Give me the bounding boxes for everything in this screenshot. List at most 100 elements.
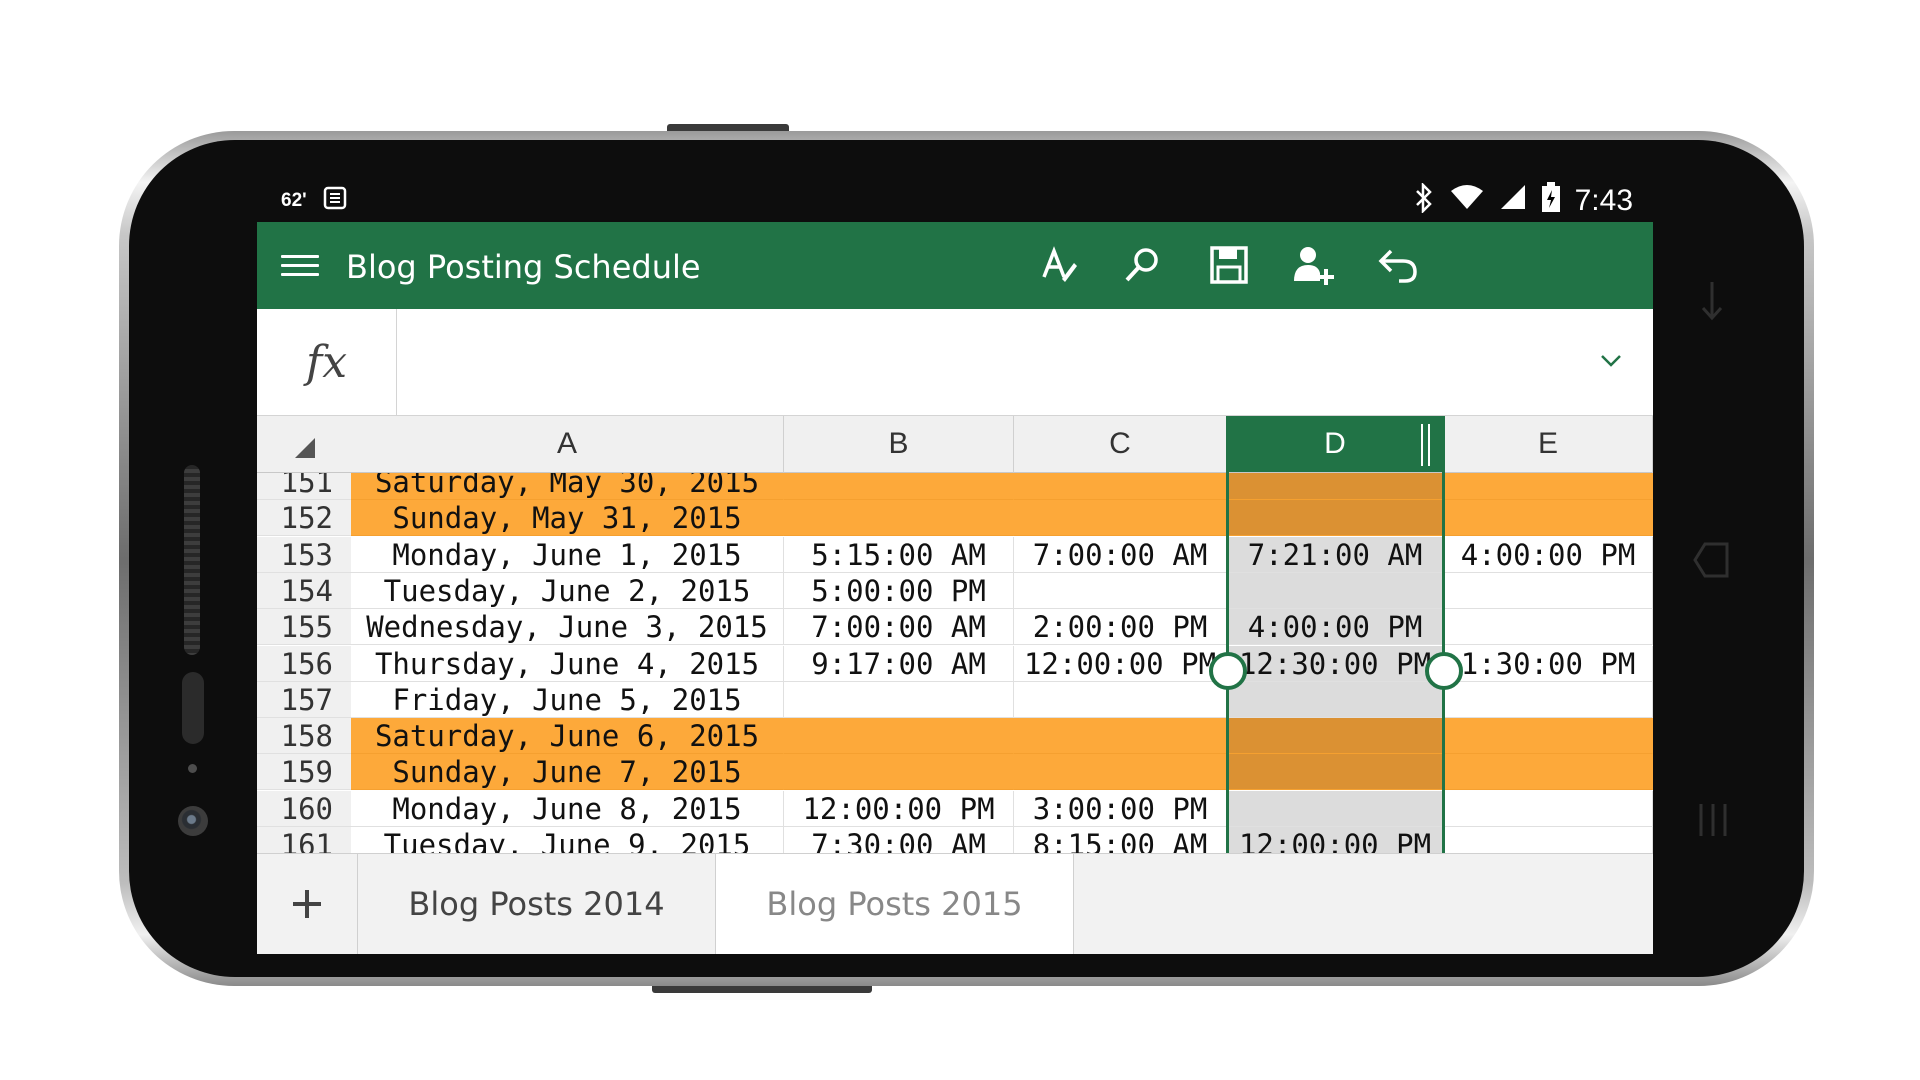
cell-b[interactable]: 7:00:00 AM [784,609,1014,646]
column-header-c[interactable]: C [1014,416,1227,473]
row-number[interactable]: 157 [257,681,351,718]
cell-d[interactable] [1227,500,1444,537]
cell-b[interactable]: 12:00:00 PM [784,790,1014,827]
cell-a[interactable]: Sunday, June 7, 2015 [351,754,784,791]
column-header-d[interactable]: D [1227,416,1444,473]
cell-c[interactable]: 7:00:00 AM [1014,536,1227,573]
row-number[interactable]: 158 [257,718,351,755]
menu-icon[interactable] [281,255,319,277]
cell-b[interactable]: 9:17:00 AM [784,645,1014,682]
undo-icon[interactable] [1375,242,1421,288]
search-icon[interactable] [1119,242,1165,288]
cell-d[interactable] [1227,754,1444,791]
cell-e[interactable]: 1:30:00 PM [1444,645,1653,682]
cell-d[interactable] [1227,718,1444,755]
cell-b[interactable]: 5:15:00 AM [784,536,1014,573]
sheet-tab-blog-posts-2015[interactable]: Blog Posts 2015 [716,854,1074,954]
cell-a[interactable]: Saturday, May 30, 2015 [351,473,784,500]
cell-c[interactable] [1014,473,1227,500]
column-header-b[interactable]: B [784,416,1014,473]
selection-handle-right[interactable] [1425,652,1463,690]
cell-e[interactable] [1444,827,1653,853]
cell-c[interactable] [1014,572,1227,609]
cell-c[interactable]: 8:15:00 AM [1014,827,1227,853]
cell-a[interactable]: Sunday, May 31, 2015 [351,500,784,537]
sheet-tab-blog-posts-2014[interactable]: Blog Posts 2014 [358,854,716,954]
row-number[interactable]: 161 [257,827,351,853]
cell-b[interactable] [784,681,1014,718]
cell-a[interactable]: Saturday, June 6, 2015 [351,718,784,755]
phone-proximity-sensor [188,764,197,773]
row-number[interactable]: 156 [257,645,351,682]
cell-b[interactable] [784,500,1014,537]
column-header-a[interactable]: A [351,416,784,473]
row-number[interactable]: 155 [257,609,351,646]
cell-b[interactable] [784,754,1014,791]
select-all-corner[interactable] [257,416,351,473]
chevron-down-icon[interactable] [1599,353,1623,369]
cell-b[interactable]: 7:30:00 AM [784,827,1014,853]
cell-e[interactable] [1444,754,1653,791]
cell-a[interactable]: Tuesday, June 2, 2015 [351,572,784,609]
cell-e[interactable] [1444,718,1653,755]
nav-menu-key-icon[interactable] [1697,800,1729,849]
cell-e[interactable]: 4:00:00 PM [1444,536,1653,573]
cell-d[interactable]: 12:00:00 PM [1227,827,1444,853]
cell-e[interactable] [1444,609,1653,646]
cell-a[interactable]: Friday, June 5, 2015 [351,681,784,718]
cell-a[interactable]: Wednesday, June 3, 2015 [351,609,784,646]
cell-e[interactable] [1444,500,1653,537]
cell-signal-icon [1499,183,1527,219]
formula-bar: fx [257,309,1653,417]
cell-c[interactable]: 12:00:00 PM [1014,645,1227,682]
cell-b[interactable] [784,718,1014,755]
row-number[interactable]: 160 [257,790,351,827]
cell-e[interactable] [1444,473,1653,500]
cell-d[interactable]: 12:30:00 PM [1227,645,1444,682]
cell-c[interactable] [1014,718,1227,755]
column-header-e[interactable]: E [1444,416,1653,473]
cell-c[interactable]: 3:00:00 PM [1014,790,1227,827]
add-sheet-button[interactable] [257,854,358,954]
row-number[interactable]: 152 [257,500,351,537]
save-icon[interactable] [1206,242,1252,288]
app-toolbar: Blog Posting Schedule [257,222,1653,309]
cell-d[interactable] [1227,790,1444,827]
selection-handle-left[interactable] [1209,652,1247,690]
formula-input[interactable] [397,309,1581,417]
cell-d[interactable] [1227,681,1444,718]
status-clock: 7:43 [1574,184,1633,217]
selection-border-right [1442,416,1445,853]
cell-e[interactable] [1444,790,1653,827]
cell-d[interactable] [1227,572,1444,609]
cell-e[interactable] [1444,681,1653,718]
share-add-person-icon[interactable] [1291,242,1337,288]
cell-a[interactable]: Monday, June 8, 2015 [351,790,784,827]
android-status-bar: 62' 7:43 [257,180,1653,222]
device-screen: 62' 7:43 Blog Posting Schedule fx A B C … [257,180,1653,954]
cell-c[interactable] [1014,500,1227,537]
cell-c[interactable] [1014,754,1227,791]
column-resize-handle[interactable] [1421,424,1430,466]
cell-d[interactable]: 4:00:00 PM [1227,609,1444,646]
nav-back-key-icon[interactable] [1693,540,1733,589]
cell-a[interactable]: Monday, June 1, 2015 [351,536,784,573]
text-format-icon[interactable] [1037,242,1083,288]
cell-b[interactable]: 5:00:00 PM [784,572,1014,609]
spreadsheet-grid[interactable]: A B C D E 151 Saturday, May 30, 2015 152 Su… [257,416,1653,853]
cell-c[interactable]: 2:00:00 PM [1014,609,1227,646]
row-number[interactable]: 151 [257,473,351,500]
cell-d[interactable]: 7:21:00 AM [1227,536,1444,573]
cell-a[interactable]: Tuesday, June 9, 2015 [351,827,784,853]
cell-d[interactable] [1227,473,1444,500]
phone-bottom-button [652,985,872,993]
cell-b[interactable] [784,473,1014,500]
cell-e[interactable] [1444,572,1653,609]
function-fx-button[interactable]: fx [257,309,397,415]
cell-a[interactable]: Thursday, June 4, 2015 [351,645,784,682]
cell-c[interactable] [1014,681,1227,718]
row-number[interactable]: 154 [257,572,351,609]
row-number[interactable]: 153 [257,536,351,573]
weather-temperature: 62' [281,190,307,211]
row-number[interactable]: 159 [257,754,351,791]
